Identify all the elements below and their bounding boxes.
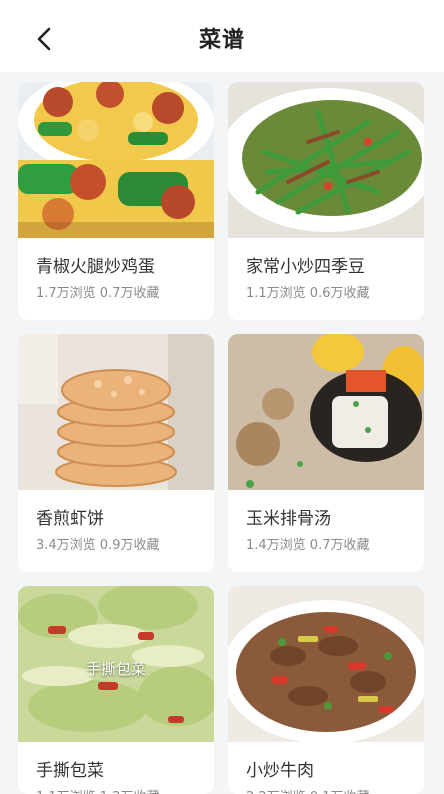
recipe-stats: 1.1万浏览 1.2万收藏: [36, 786, 159, 794]
recipe-image: [18, 334, 214, 490]
image-caption: 手撕包菜: [85, 660, 146, 678]
recipe-image: [228, 586, 424, 742]
recipe-stats: 1.1万浏览 0.6万收藏: [246, 286, 370, 301]
recipe-stats: 2.2万浏览 0.1万收藏: [246, 786, 369, 794]
recipe-card[interactable]: 玉米排骨汤 1.4万浏览 0.7万收藏: [228, 334, 424, 572]
recipe-title: 小炒牛肉: [246, 761, 314, 781]
recipe-image: [18, 82, 214, 238]
recipe-card[interactable]: 手撕包菜 手撕包菜 1.1万浏览 1.2万收藏: [18, 586, 214, 794]
recipe-stats: 1.7万浏览 0.7万收藏: [36, 286, 160, 301]
recipe-card[interactable]: 青椒火腿炒鸡蛋 1.7万浏览 0.7万收藏: [18, 82, 214, 320]
page-title: 菜谱: [198, 28, 245, 53]
recipe-image: [228, 334, 424, 490]
recipe-stats: 3.4万浏览 0.9万收藏: [36, 538, 160, 553]
recipe-image: 手撕包菜: [18, 586, 214, 742]
recipe-stats: 1.4万浏览 0.7万收藏: [246, 538, 370, 553]
recipe-card[interactable]: 小炒牛肉 2.2万浏览 0.1万收藏: [228, 586, 424, 794]
top-bar: 菜谱: [0, 0, 444, 72]
recipe-image: [228, 82, 424, 238]
recipe-title: 青椒火腿炒鸡蛋: [36, 257, 155, 277]
recipe-title: 玉米排骨汤: [246, 509, 331, 529]
recipe-title: 香煎虾饼: [36, 509, 104, 529]
recipe-title: 手撕包菜: [36, 761, 104, 781]
recipe-title: 家常小炒四季豆: [246, 257, 365, 277]
recipe-card[interactable]: 香煎虾饼 3.4万浏览 0.9万收藏: [18, 334, 214, 572]
recipe-card[interactable]: 家常小炒四季豆 1.1万浏览 0.6万收藏: [228, 82, 424, 320]
